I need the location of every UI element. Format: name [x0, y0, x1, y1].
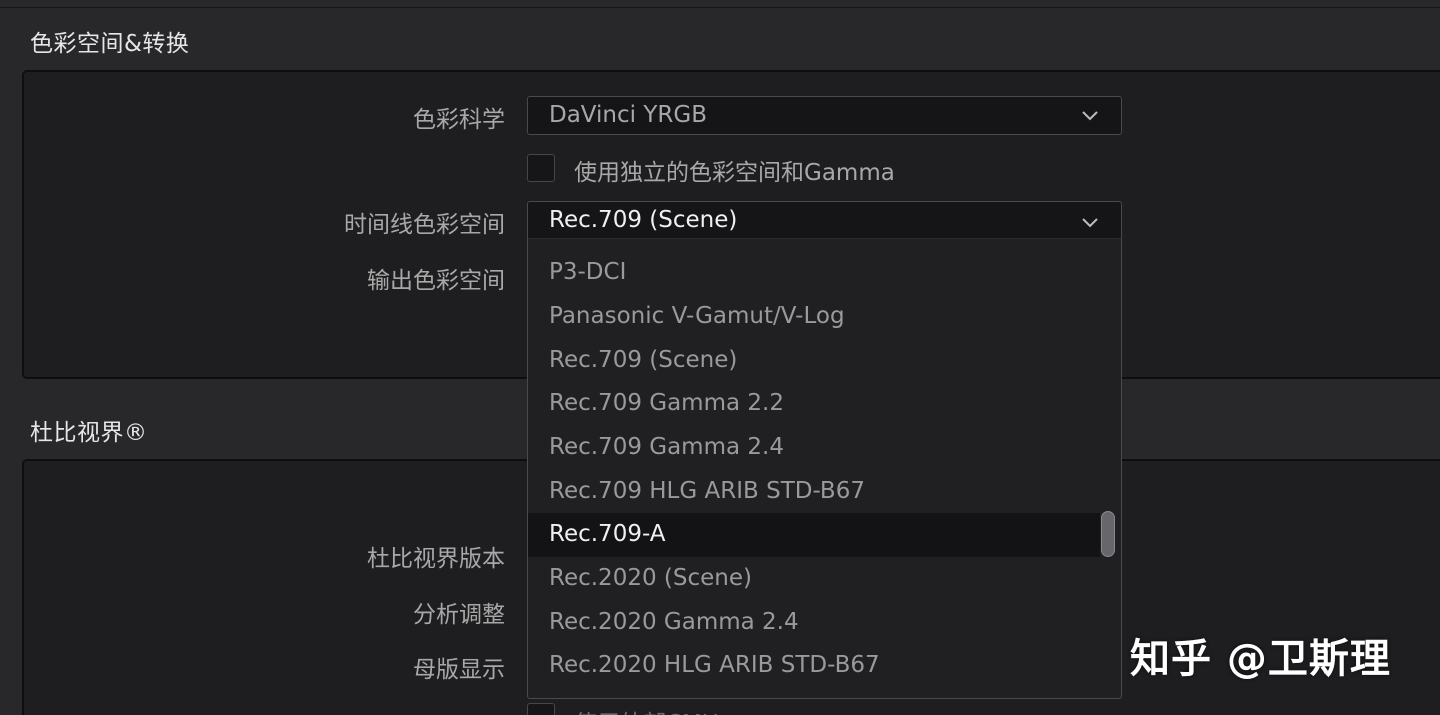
separate-gamma-label: 使用独立的色彩空间和Gamma [574, 160, 895, 186]
master-display-label: 母版显示 [413, 657, 505, 683]
output-color-space-label: 输出色彩空间 [367, 268, 505, 294]
dropdown-option[interactable]: Rec.709 HLG ARIB STD-B67 [528, 470, 1100, 514]
separate-gamma-checkbox[interactable] [527, 154, 555, 182]
dolby-vision-section-title: 杜比视界® [30, 420, 148, 446]
timeline-color-space-dropdown[interactable]: P3-DCI Panasonic V-Gamut/V-Log Rec.709 (… [527, 238, 1122, 699]
project-settings-page: 色彩空间&转换 色彩科学 DaVinci YRGB 使用独立的色彩空间和Gamm… [0, 0, 1440, 715]
dropdown-option[interactable]: P3-DCI [528, 251, 1100, 295]
dropdown-scrollbar[interactable] [1099, 239, 1119, 698]
color-space-section-title: 色彩空间&转换 [30, 31, 190, 57]
timeline-color-space-select[interactable]: Rec.709 (Scene) [527, 201, 1122, 240]
color-science-select[interactable]: DaVinci YRGB [527, 96, 1122, 135]
dropdown-option[interactable]: Rec.709 Gamma 2.2 [528, 382, 1100, 426]
color-science-value: DaVinci YRGB [549, 102, 707, 128]
timeline-color-space-value: Rec.709 (Scene) [549, 207, 738, 233]
color-science-label: 色彩科学 [413, 107, 505, 133]
dropdown-option[interactable]: Rec.709 (Scene) [528, 339, 1100, 383]
top-divider [0, 7, 1440, 8]
dropdown-option[interactable]: Rec.709 Gamma 2.4 [528, 426, 1100, 470]
chevron-down-icon [1082, 218, 1098, 228]
dropdown-option[interactable]: Rec.2020 HLG ARIB STD-B67 [528, 644, 1100, 688]
chevron-down-icon [1082, 111, 1098, 121]
scrollbar-thumb[interactable] [1101, 511, 1115, 557]
external-cmu-label: 使用外部CMU [574, 704, 719, 715]
external-cmu-checkbox[interactable] [527, 703, 555, 715]
dropdown-option[interactable]: Panasonic V-Gamut/V-Log [528, 295, 1100, 339]
dolby-vision-version-label: 杜比视界版本 [367, 546, 505, 572]
dropdown-option[interactable]: Rec.2020 (Scene) [528, 557, 1100, 601]
zhihu-watermark: 知乎 @卫斯理 [1130, 636, 1391, 682]
dropdown-option[interactable]: Rec.2020 Gamma 2.4 [528, 601, 1100, 645]
dropdown-option-highlighted[interactable]: Rec.709-A [528, 513, 1100, 557]
analysis-tuning-label: 分析调整 [413, 602, 505, 628]
timeline-color-space-label: 时间线色彩空间 [344, 212, 505, 238]
